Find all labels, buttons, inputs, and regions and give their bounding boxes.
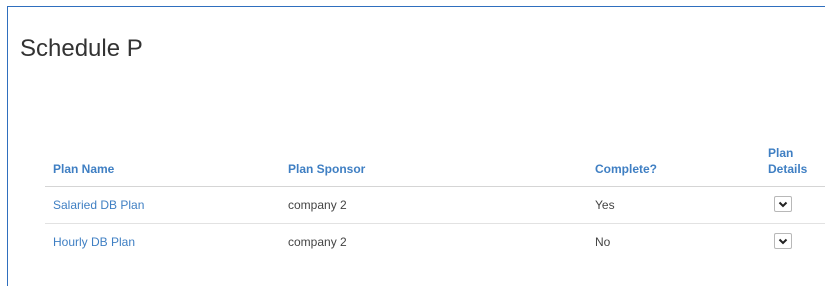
page-title: Schedule P [20,35,143,62]
header-plan-name[interactable]: Plan Name [45,145,280,187]
table-row: Salaried DB Plan company 2 Yes [45,186,825,224]
plan-name-cell: Salaried DB Plan [45,186,280,224]
header-plan-sponsor[interactable]: Plan Sponsor [280,145,587,187]
table-row: Hourly DB Plan company 2 No [45,224,825,261]
plan-sponsor-cell: company 2 [288,235,347,249]
chevron-down-icon [778,238,788,244]
header-plan-details: Plan Details [760,145,825,187]
plan-sponsor-cell: company 2 [280,186,587,224]
schedule-panel: Schedule P Plan Name Plan Sponsor Comple… [7,6,825,286]
complete-cell: No [595,235,611,249]
header-complete[interactable]: Complete? [587,145,760,187]
plan-details-toggle-button[interactable] [774,195,792,212]
plan-name-cell: Hourly DB Plan [45,224,280,261]
plan-details-cell [760,224,825,261]
header-plan-details-line2: Details [768,162,808,176]
plan-details-cell [760,186,825,224]
plan-name-link[interactable]: Salaried DB Plan [53,198,144,212]
plan-name-link[interactable]: Hourly DB Plan [53,235,135,249]
chevron-down-icon [778,201,788,207]
plans-table: Plan Name Plan Sponsor Complete? Plan De… [45,145,825,260]
table-header-row: Plan Name Plan Sponsor Complete? Plan De… [45,145,825,187]
header-plan-details-line1: Plan [768,146,794,160]
plan-details-toggle-button[interactable] [774,232,792,249]
complete-cell: Yes [587,186,760,224]
